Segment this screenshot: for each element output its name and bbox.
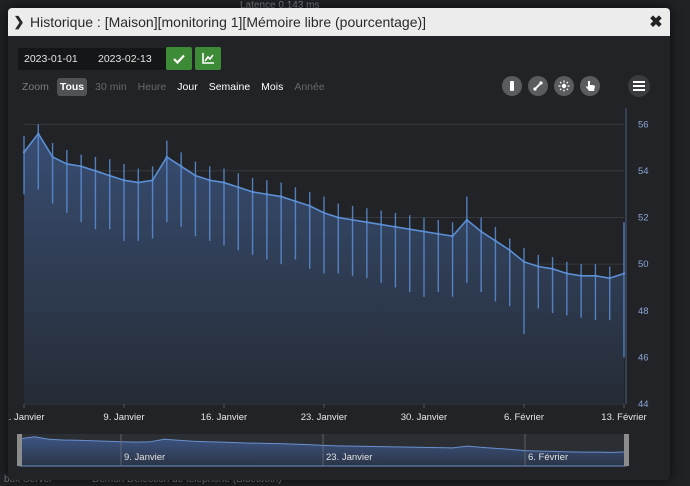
data-point: [294, 200, 297, 203]
data-point: [79, 165, 83, 168]
chart-type-button[interactable]: [195, 47, 221, 70]
data-point: [122, 179, 126, 182]
zoom-selector: Zoom Tous 30 min Heure Jour Semaine Mois…: [20, 77, 333, 97]
y-tick-label: 44: [638, 399, 649, 410]
data-point: [251, 190, 254, 194]
data-point: [437, 232, 440, 236]
data-point: [265, 193, 269, 196]
data-point: [494, 239, 497, 243]
end-date-input[interactable]: [92, 48, 166, 70]
data-point: [522, 260, 526, 264]
data-point: [565, 272, 569, 275]
step-icon: [510, 81, 514, 91]
navigator-tick-label: 9. Janvier: [124, 452, 165, 463]
zoom-month-button[interactable]: Mois: [258, 78, 286, 96]
compare-icon: [533, 81, 543, 91]
data-point: [279, 195, 283, 198]
modal-title: Historique : [Maison][monitoring 1][Mémo…: [30, 14, 427, 30]
navigator-tick-label: 6. Février: [528, 452, 568, 463]
data-point: [622, 272, 626, 275]
y-tick-label: 52: [638, 213, 649, 224]
zoom-day-button[interactable]: Jour: [174, 78, 200, 96]
data-point: [208, 179, 211, 182]
data-point: [594, 274, 597, 278]
data-point: [22, 151, 26, 154]
data-point: [322, 211, 326, 215]
data-point: [579, 274, 583, 278]
x-tick-label: 30. Janvier: [401, 412, 447, 423]
data-point: [37, 132, 40, 135]
pointer-icon: [585, 81, 595, 91]
validate-button[interactable]: [166, 47, 192, 70]
close-icon[interactable]: ✖: [642, 12, 670, 32]
data-point: [465, 218, 469, 222]
data-point: [451, 234, 454, 238]
data-point: [508, 248, 511, 252]
data-point: [222, 181, 226, 184]
data-point: [165, 155, 169, 159]
zoom-30min-button[interactable]: 30 min: [92, 78, 130, 96]
data-point: [337, 216, 340, 219]
y-tick-label: 54: [638, 166, 649, 177]
step-mode-button[interactable]: [502, 76, 522, 96]
zoom-hour-button[interactable]: Heure: [135, 78, 170, 96]
x-tick-label: 6. Février: [504, 412, 544, 423]
data-point: [408, 227, 411, 231]
data-point: [194, 174, 197, 177]
navigator-right-handle[interactable]: [624, 434, 629, 466]
zoom-all-button[interactable]: Tous: [56, 78, 88, 96]
data-point: [394, 225, 397, 229]
x-tick-label: 9. Janvier: [103, 412, 144, 423]
navigator-tick-label: 23. Janvier: [326, 452, 372, 463]
data-point: [551, 267, 554, 271]
zoom-week-button[interactable]: Semaine: [206, 78, 253, 96]
data-point: [51, 155, 54, 159]
chevron-right-icon: ❯: [13, 14, 25, 29]
data-point: [65, 162, 69, 166]
data-point: [365, 221, 369, 224]
data-point: [351, 218, 354, 222]
zoom-label: Zoom: [22, 81, 49, 93]
x-tick-label: 13. Février: [601, 412, 646, 423]
chart-menu-button[interactable]: [628, 75, 650, 97]
hamburger-menu-icon: [633, 81, 645, 91]
data-point: [608, 276, 611, 280]
data-point: [379, 223, 383, 226]
x-tick-label: 23. Janvier: [301, 412, 347, 423]
navigator-left-handle[interactable]: [17, 434, 22, 466]
x-tick-label: 2. Janvier: [8, 412, 45, 423]
compare-button[interactable]: [528, 76, 548, 96]
data-point: [151, 179, 154, 182]
check-icon: [173, 54, 185, 64]
data-point: [179, 165, 183, 168]
data-point: [537, 265, 540, 268]
area-chart-icon: [201, 53, 214, 64]
pointer-button[interactable]: [580, 76, 600, 96]
highlight-button[interactable]: [554, 76, 574, 96]
modal-titlebar: ❯ Historique : [Maison][monitoring 1][Mé…: [8, 8, 670, 36]
data-point: [479, 230, 483, 233]
highlight-icon: [558, 80, 570, 92]
y-tick-label: 48: [638, 306, 649, 317]
history-chart[interactable]: 44 46 48 50 52 54 56 2. Janvier 9. Janvier 16. Ja…: [8, 100, 670, 472]
y-tick-label: 46: [638, 352, 649, 363]
data-point: [137, 181, 140, 184]
history-modal: ❯ Historique : [Maison][monitoring 1][Mé…: [8, 8, 670, 480]
data-point: [94, 169, 97, 173]
data-point: [308, 204, 311, 208]
x-tick-label: 16. Janvier: [201, 412, 247, 423]
y-tick-label: 50: [638, 259, 649, 270]
start-date-input[interactable]: [18, 48, 92, 70]
zoom-year-button[interactable]: Année: [291, 78, 327, 96]
data-point: [108, 174, 111, 177]
y-tick-label: 56: [638, 119, 649, 130]
data-point: [237, 186, 240, 189]
data-point: [422, 230, 426, 233]
